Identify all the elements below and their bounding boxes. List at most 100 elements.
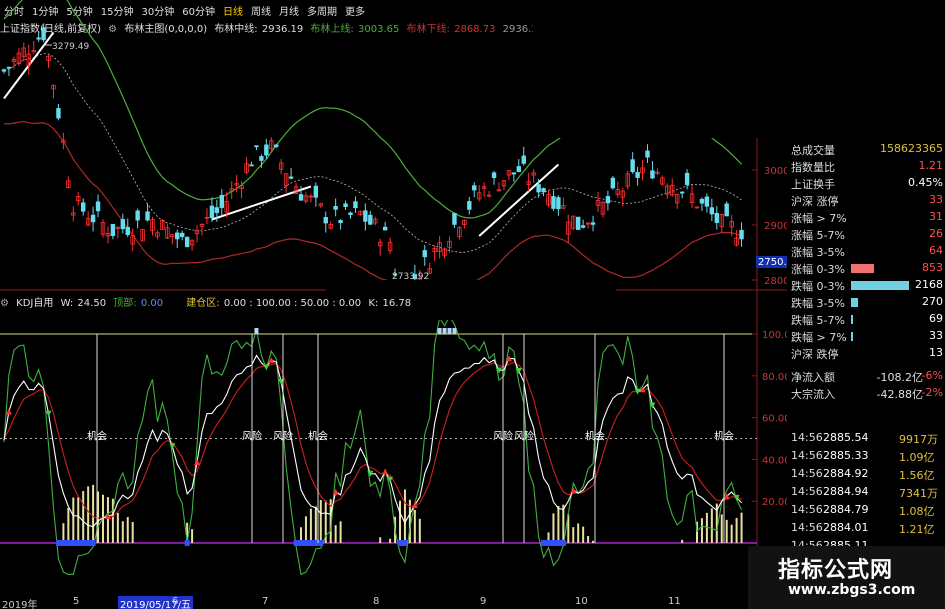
price-axis-label: 3000 <box>764 166 787 177</box>
gear-icon[interactable]: ⚙ <box>0 298 9 309</box>
kdj-k-value: 16.78 <box>382 298 412 309</box>
candle-body <box>219 194 224 208</box>
signal-label: 风险 <box>273 430 293 443</box>
candle-body <box>516 166 521 172</box>
stat-value: 26 <box>929 227 943 240</box>
bottom-marker <box>402 540 408 546</box>
stat-value: 158623365 <box>880 142 943 155</box>
candle-body <box>363 210 368 222</box>
flow-row: 大宗流入 -42.88亿 -2% <box>787 385 945 402</box>
stat-value: 33 <box>929 329 943 342</box>
build-bar <box>577 523 580 543</box>
build-bar <box>67 507 70 543</box>
bottom-marker <box>55 540 61 546</box>
tick-time: 14:56 <box>791 431 823 444</box>
stat-row: 涨幅 3-5% 64 <box>787 243 945 260</box>
candle-body <box>590 222 596 225</box>
tick-price: 2885.33 <box>823 449 869 462</box>
build-bar <box>681 539 684 543</box>
flow-label: 净流入额 <box>791 371 835 384</box>
flow-row: 净流入额 -108.2亿 -6% <box>787 368 945 385</box>
build-bar <box>730 524 733 543</box>
build-bar <box>552 513 555 543</box>
candle-body <box>179 232 185 238</box>
stat-bar <box>851 264 874 273</box>
build-bar <box>319 500 322 543</box>
candle-body <box>81 202 86 212</box>
top-marker <box>452 328 457 334</box>
bottom-marker <box>75 540 81 546</box>
stat-label: 跌幅 0-3% <box>791 280 845 293</box>
stat-label: 总成交量 <box>791 144 835 157</box>
kdj-info-bar: ⚙ KDJ自用 W: 24.50 顶部: 0.00 建仓区: 0.00 : 10… <box>0 294 415 309</box>
tick-row: 14:56 2885.33 1.09亿 <box>787 448 945 466</box>
x-axis-label: 11 <box>668 596 681 607</box>
build-bar <box>116 512 119 543</box>
bottom-marker <box>541 540 547 546</box>
tick-price: 2884.01 <box>823 521 869 534</box>
kdj-axis-label: 40.00 <box>762 455 787 466</box>
tick-time: 14:56 <box>791 503 823 516</box>
x-axis-label: 6 <box>172 596 179 607</box>
stat-row: 沪深 涨停 33 <box>787 192 945 209</box>
build-bar <box>403 489 406 543</box>
signal-label: 机会 <box>308 430 328 443</box>
candle-body <box>521 155 526 164</box>
tick-row: 14:56 2884.94 7341万 <box>787 484 945 502</box>
stat-row: 上证换手 0.45% <box>787 175 945 192</box>
kdj-sell-label: 顶部: <box>113 298 137 309</box>
build-bar <box>304 516 307 543</box>
stat-value: 853 <box>922 261 943 274</box>
build-bar <box>191 529 194 543</box>
stat-label: 涨幅 0-3% <box>791 263 845 276</box>
candle-body <box>313 185 319 198</box>
build-bar <box>339 521 342 543</box>
candle-body <box>145 211 150 221</box>
build-bar <box>592 540 595 543</box>
candle-body <box>551 196 556 209</box>
stat-row: 跌幅 0-3% 2168 <box>787 277 945 294</box>
bottom-marker <box>546 540 551 546</box>
candle-body <box>254 145 259 148</box>
stat-bar <box>851 298 858 307</box>
stat-row: 总成交量 158623365 <box>787 141 945 158</box>
flow-pct: -2% <box>921 386 943 399</box>
candle-body <box>684 172 690 185</box>
stat-bar <box>851 332 853 341</box>
tick-time: 14:56 <box>791 467 823 480</box>
boll-lower-line <box>3 120 742 296</box>
candle-body <box>714 212 719 223</box>
top-marker <box>254 328 259 334</box>
build-bar <box>413 510 416 543</box>
bottom-marker <box>560 540 566 546</box>
flow-label: 大宗流入 <box>791 388 835 401</box>
signal-label: 风险 <box>493 430 513 443</box>
tick-row: 14:56 2884.79 1.08亿 <box>787 502 945 520</box>
price-axis-label: 2900 <box>764 221 787 232</box>
tick-price: 2885.54 <box>823 431 869 444</box>
candle-body <box>288 176 294 179</box>
build-bar <box>399 500 401 543</box>
bottom-marker <box>60 540 66 546</box>
candle-body <box>323 217 328 224</box>
stat-value: 31 <box>929 210 943 223</box>
x-axis-label: 2019/05/17/五 <box>118 596 194 609</box>
build-bar <box>587 536 590 543</box>
candle-body <box>259 156 264 161</box>
candle-body <box>541 188 546 193</box>
candle-body <box>635 172 640 178</box>
candle-body <box>333 205 338 210</box>
candle-body <box>580 225 586 228</box>
candle-body <box>605 196 611 204</box>
kdj-name[interactable]: KDJ自用 <box>16 298 53 309</box>
stat-label: 跌幅 > 7% <box>791 331 847 344</box>
candle-body <box>422 250 427 258</box>
candle-body <box>348 212 353 215</box>
stat-row: 沪深 跌停 13 <box>787 345 945 362</box>
kdj-w-label: W: <box>60 298 74 309</box>
candle-body <box>709 207 715 215</box>
candle-body <box>472 185 477 191</box>
stat-label: 跌幅 5-7% <box>791 314 845 327</box>
price-axis-label: 2800 <box>764 276 787 287</box>
build-bar <box>92 484 95 543</box>
